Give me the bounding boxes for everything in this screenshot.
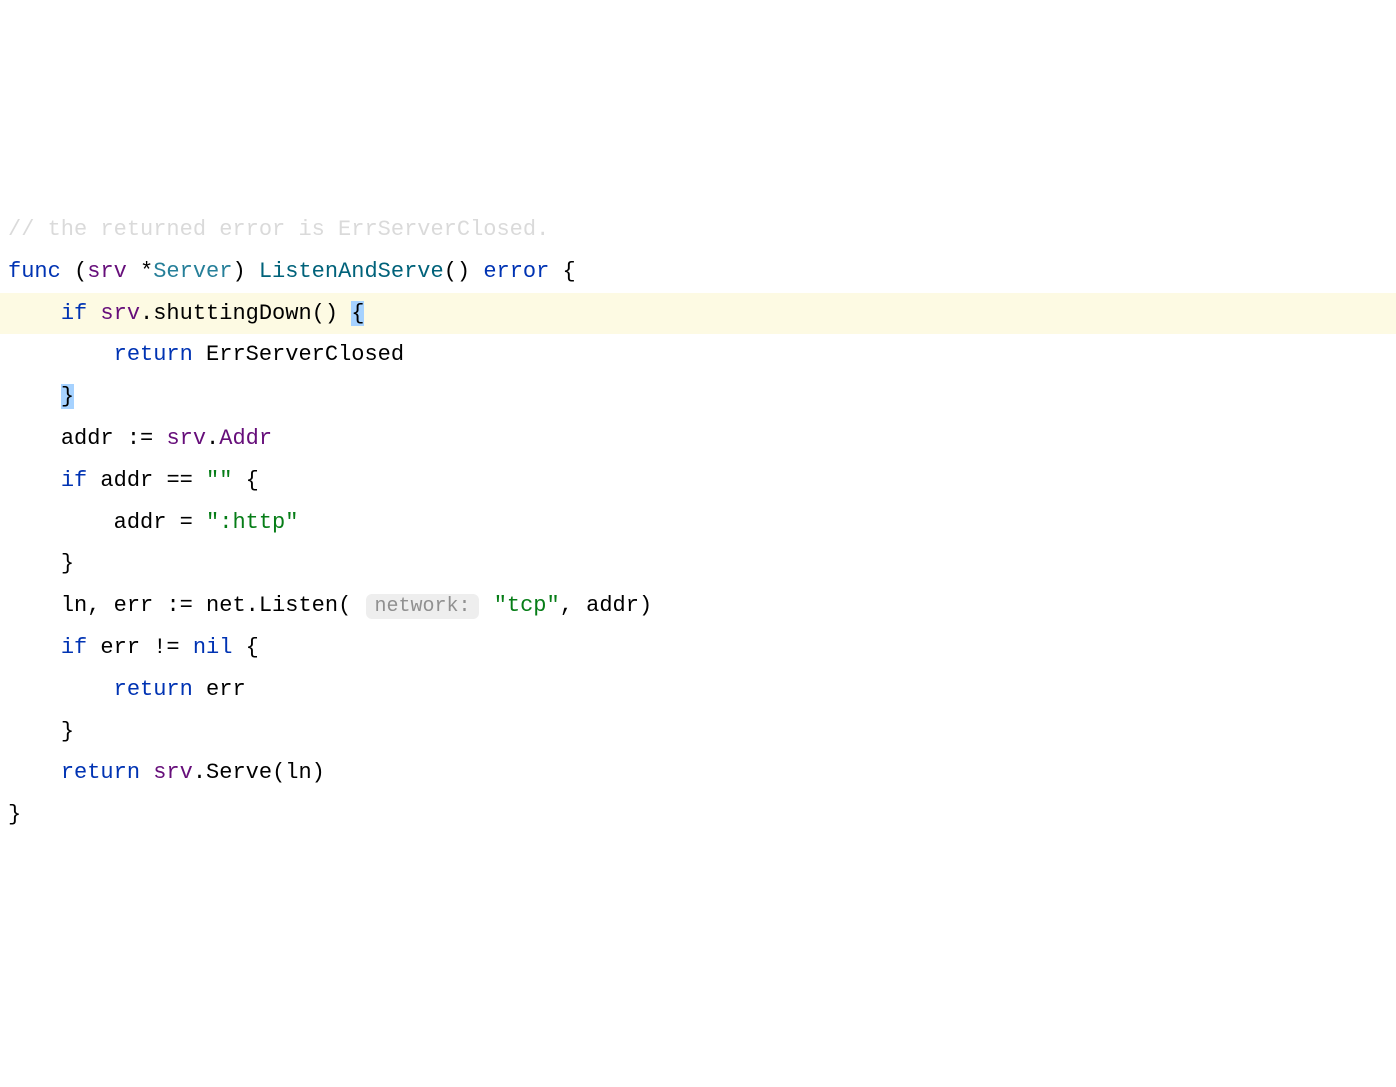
string-empty: "" [206,468,232,493]
code-line: if addr == "" { [0,460,1396,502]
method-call: shuttingDown [153,301,311,326]
vars-ln-err: ln, err [61,593,153,618]
receiver-ref: srv [100,301,140,326]
assign-op: := [166,593,192,618]
pkg-net: net [206,593,246,618]
param-hint: network: [366,594,478,619]
method-serve: Serve [206,760,272,785]
var-err: err [100,635,140,660]
code-line: return srv.Serve(ln) [0,752,1396,794]
arg-addr: addr [586,593,639,618]
eq-op: == [166,468,192,493]
comment-text: // the returned error is ErrServerClosed… [8,217,549,242]
code-line: } [0,543,1396,585]
assign-op: := [127,426,153,451]
dot-op: . [246,593,259,618]
paren-open: ( [74,259,87,284]
code-line-highlighted: if srv.shuttingDown() { [0,293,1396,335]
code-line: } [0,711,1396,753]
var-addr: addr [100,468,153,493]
string-tcp: "tcp" [494,593,560,618]
func-listen: Listen [259,593,338,618]
code-line: addr = ":http" [0,502,1396,544]
brace-open: { [246,468,259,493]
keyword-if: if [61,468,87,493]
field-addr: Addr [219,426,272,451]
brace-close-final: } [8,802,21,827]
code-line: } [0,794,1396,836]
paren-open: ( [338,593,351,618]
receiver-ref: srv [153,760,193,785]
return-value: ErrServerClosed [206,342,404,367]
keyword-func: func [8,259,61,284]
params: () [444,259,470,284]
paren-open: ( [272,760,285,785]
receiver-ref: srv [166,426,206,451]
star-op: * [140,259,153,284]
receiver-var: srv [87,259,127,284]
paren-close: ) [639,593,652,618]
keyword-return: return [61,760,140,785]
brace-open: { [563,259,576,284]
method-name: ListenAndServe [259,259,444,284]
code-line-comment: // the returned error is ErrServerClosed… [0,209,1396,251]
dot-op: . [193,760,206,785]
keyword-return: return [114,677,193,702]
return-type: error [483,259,549,284]
neq-op: != [153,635,179,660]
brace-close: } [61,551,74,576]
code-line: func (srv *Server) ListenAndServe() erro… [0,251,1396,293]
code-line: } [0,376,1396,418]
string-http: ":http" [206,510,298,535]
comma: , [560,593,573,618]
call-parens: () [312,301,338,326]
keyword-return: return [114,342,193,367]
code-line: return ErrServerClosed [0,334,1396,376]
assign-op: = [180,510,193,535]
matched-brace-close: } [61,384,74,409]
cursor-brace-open: { [351,301,364,326]
keyword-if: if [61,301,87,326]
paren-close: ) [232,259,245,284]
arg-ln: ln [285,760,311,785]
keyword-nil: nil [193,635,233,660]
brace-open: { [246,635,259,660]
code-line: ln, err := net.Listen( network: "tcp", a… [0,585,1396,627]
code-line: return err [0,669,1396,711]
code-editor[interactable]: // the returned error is ErrServerClosed… [0,167,1396,878]
brace-close: } [61,719,74,744]
dot-op: . [206,426,219,451]
dot-op: . [140,301,153,326]
code-line: if err != nil { [0,627,1396,669]
keyword-if: if [61,635,87,660]
var-addr: addr [114,510,167,535]
return-err: err [206,677,246,702]
var-addr: addr [61,426,114,451]
code-line: addr := srv.Addr [0,418,1396,460]
paren-close: ) [312,760,325,785]
receiver-type: Server [153,259,232,284]
